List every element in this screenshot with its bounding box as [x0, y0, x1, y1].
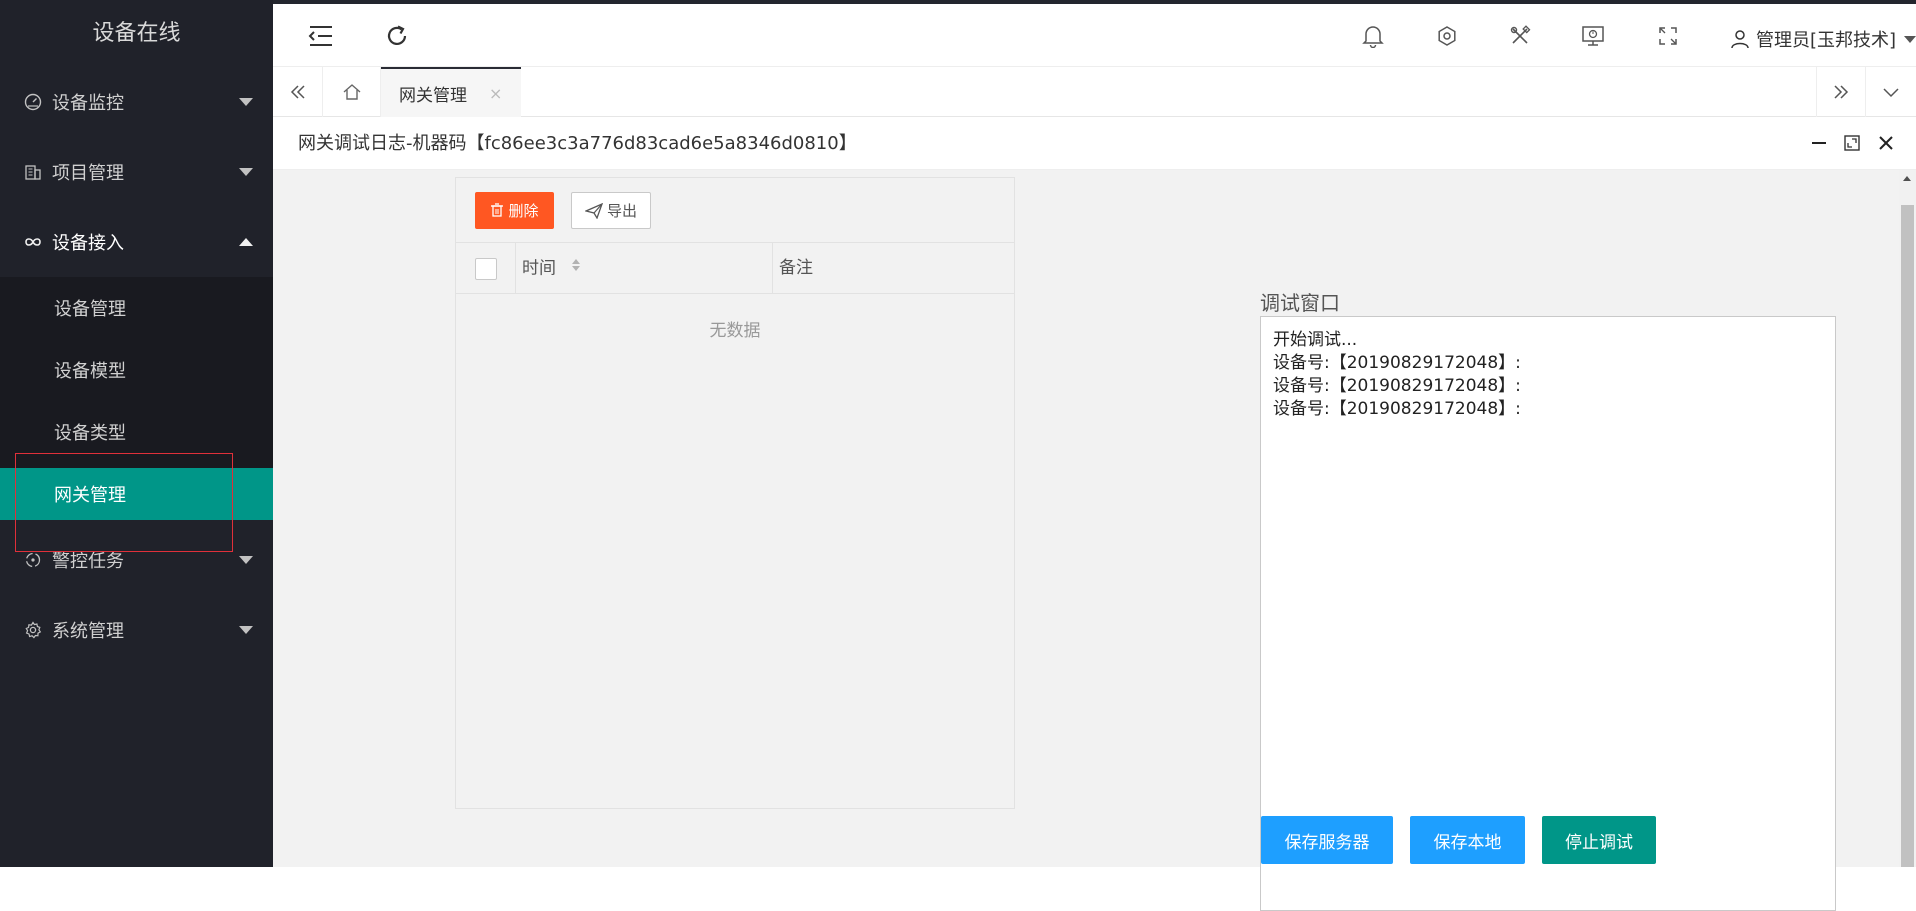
menu-item-system-management[interactable]: 系统管理	[0, 595, 273, 665]
layer-title: 网关调试日志-机器码【fc86ee3c3a776d83cad6e5a8346d0…	[273, 117, 1916, 170]
user-icon	[1730, 29, 1750, 49]
log-table-panel: 删除 导出 时间 备注 无数据	[455, 177, 1015, 809]
sub-item-device-model[interactable]: 设备模型	[0, 339, 273, 401]
user-name: 管理员[玉邦技术]	[1756, 26, 1896, 52]
column-time[interactable]: 时间	[516, 243, 773, 294]
scroll-up-arrow-icon[interactable]	[1903, 176, 1911, 181]
menu-label: 警控任务	[52, 547, 124, 573]
menu-label: 项目管理	[52, 159, 124, 185]
table-header: 时间 备注	[456, 243, 1014, 294]
save-local-button[interactable]: 保存本地	[1410, 816, 1525, 864]
stop-debug-button[interactable]: 停止调试	[1542, 816, 1656, 864]
main-content: 网关调试日志-机器码【fc86ee3c3a776d83cad6e5a8346d0…	[273, 117, 1916, 867]
sub-item-device-management[interactable]: 设备管理	[0, 277, 273, 339]
vertical-scrollbar[interactable]	[1899, 170, 1916, 867]
menu-item-project-management[interactable]: 项目管理	[0, 137, 273, 207]
refresh-icon[interactable]	[379, 18, 415, 54]
tabs-dropdown-icon[interactable]	[1866, 67, 1916, 117]
tabs-scroll-right-icon[interactable]	[1816, 67, 1866, 117]
trash-icon	[490, 203, 504, 218]
menu-label: 设备接入	[52, 229, 124, 255]
presentation-icon[interactable]	[1575, 18, 1611, 54]
menu-label: 系统管理	[52, 617, 124, 643]
debug-window-label: 调试窗口	[1260, 287, 1340, 316]
menu-collapse-icon[interactable]	[303, 18, 339, 54]
table-toolbar: 删除 导出	[456, 178, 1014, 243]
export-label: 导出	[607, 200, 637, 221]
building-icon	[22, 161, 44, 183]
debug-line: 设备号:【20190829172048】:	[1273, 398, 1823, 421]
close-icon[interactable]	[1874, 131, 1898, 155]
gear-icon	[22, 619, 44, 641]
home-icon	[342, 82, 362, 102]
sub-item-device-type[interactable]: 设备类型	[0, 401, 273, 463]
delete-label: 删除	[508, 200, 538, 221]
settings-icon[interactable]	[1429, 18, 1465, 54]
caret-up-icon	[239, 238, 253, 246]
menu-item-device-access[interactable]: 设备接入	[0, 207, 273, 277]
save-server-button[interactable]: 保存服务器	[1261, 816, 1393, 864]
bell-icon[interactable]	[1355, 18, 1391, 54]
top-header: 管理员[玉邦技术]	[273, 0, 1916, 67]
debug-line: 开始调试...	[1273, 329, 1823, 352]
sort-icon[interactable]	[571, 243, 581, 294]
paper-plane-icon	[585, 203, 603, 219]
scrollbar-thumb[interactable]	[1901, 205, 1914, 867]
debug-line: 设备号:【20190829172048】:	[1273, 375, 1823, 398]
target-icon	[22, 549, 44, 571]
column-note: 备注	[773, 243, 813, 294]
column-time-label: 时间	[522, 259, 556, 279]
caret-down-icon	[239, 168, 253, 176]
user-menu[interactable]: 管理员[玉邦技术]	[1730, 26, 1916, 52]
caret-down-icon	[239, 556, 253, 564]
minimize-icon[interactable]	[1807, 131, 1831, 155]
tab-gateway-management[interactable]: 网关管理 ×	[381, 67, 521, 117]
tabs-bar: 网关管理 ×	[273, 67, 1916, 117]
menu-label: 设备监控	[52, 89, 124, 115]
layer-title-text: 网关调试日志-机器码【fc86ee3c3a776d83cad6e5a8346d0…	[298, 133, 857, 154]
tabs-scroll-left-icon[interactable]	[273, 67, 323, 117]
submenu-device-access: 设备管理 设备模型 设备类型 网关管理	[0, 277, 273, 520]
maximize-icon[interactable]	[1840, 131, 1864, 155]
fullscreen-icon[interactable]	[1650, 18, 1686, 54]
app-logo: 设备在线	[0, 0, 273, 67]
debug-line: 设备号:【20190829172048】:	[1273, 352, 1823, 375]
menu-item-alarm-task[interactable]: 警控任务	[0, 525, 273, 595]
empty-table-text: 无数据	[456, 316, 1014, 341]
delete-button[interactable]: 删除	[475, 192, 554, 229]
tab-close-icon[interactable]: ×	[489, 84, 502, 103]
tools-icon[interactable]	[1502, 18, 1538, 54]
export-button[interactable]: 导出	[571, 192, 651, 229]
tab-label: 网关管理	[399, 81, 467, 106]
home-tab[interactable]	[323, 67, 381, 117]
menu-item-device-monitor[interactable]: 设备监控	[0, 67, 273, 137]
infinity-icon	[22, 231, 44, 253]
caret-down-icon	[239, 626, 253, 634]
select-all-checkbox[interactable]	[475, 258, 497, 280]
sidebar: 设备在线 设备监控 项目管理 设备接入 设备管理 设备模型 设备类型 网关管理 …	[0, 0, 273, 867]
sub-item-gateway-management[interactable]: 网关管理	[0, 468, 273, 520]
caret-down-icon	[1904, 36, 1916, 43]
caret-down-icon	[239, 98, 253, 106]
gauge-icon	[22, 91, 44, 113]
select-all-cell	[456, 243, 516, 294]
